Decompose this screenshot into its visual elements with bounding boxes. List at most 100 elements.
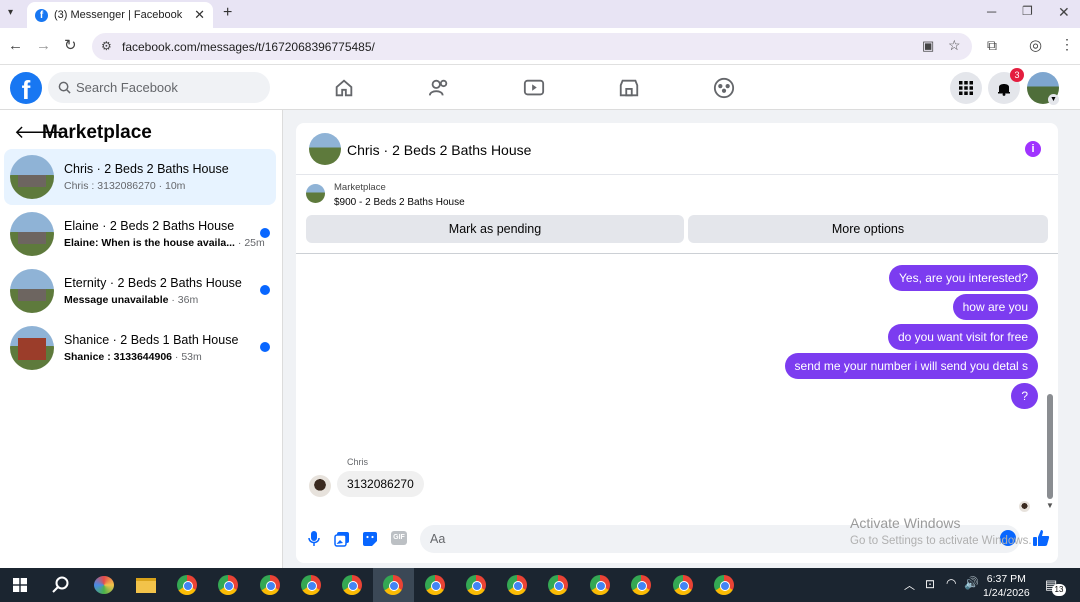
reload-icon[interactable]: ↻ [64, 36, 77, 54]
conversation-item[interactable]: Shanice · 2 Beds 1 Bath House Shanice : … [4, 320, 276, 376]
chrome-icon[interactable] [218, 575, 238, 595]
bell-icon [998, 84, 1010, 96]
outgoing-message[interactable]: Yes, are you interested? [889, 265, 1038, 291]
marketplace-sidebar: 🡐 Marketplace Chris · 2 Beds 2 Baths Hou… [0, 110, 283, 568]
marketplace-icon[interactable] [618, 77, 640, 99]
conversation-name: Shanice · 2 Beds 1 Bath House [64, 333, 239, 347]
outgoing-message[interactable]: send me your number i will send you deta… [784, 353, 1038, 379]
avatar [10, 212, 54, 256]
clock-date: 1/24/2026 [983, 587, 1030, 599]
mark-as-pending-button[interactable]: Mark as pending [306, 215, 684, 243]
chat-title[interactable]: Chris · 2 Beds 2 Baths House [347, 142, 531, 158]
chrome-icon[interactable] [342, 575, 362, 595]
chrome-icon[interactable] [260, 575, 280, 595]
chat-pane: Chris · 2 Beds 2 Baths House i Marketpla… [296, 123, 1058, 563]
cast-icon[interactable]: ▣ [922, 38, 934, 54]
chrome-icon[interactable] [714, 575, 734, 595]
conversation-item[interactable]: Chris · 2 Beds 2 Baths House Chris : 313… [4, 149, 276, 205]
tab-title: (3) Messenger | Facebook [54, 9, 183, 21]
unread-dot [260, 342, 270, 352]
outgoing-message[interactable]: how are you [952, 294, 1038, 320]
tray-chevron-icon[interactable]: ︿ [904, 577, 915, 593]
facebook-logo-icon[interactable]: f [10, 72, 42, 105]
seen-avatar [1019, 501, 1030, 512]
conversation-preview: Message unavailable · 36m [64, 294, 199, 306]
unread-dot [260, 285, 270, 295]
search-icon[interactable] [52, 576, 70, 594]
browser-toolbar: ← → ↻ ⚙ facebook.com/messages/t/16720683… [0, 28, 1080, 65]
friends-icon[interactable] [428, 77, 450, 99]
volume-icon[interactable]: 🔊 [964, 576, 979, 590]
new-tab-icon[interactable]: + [223, 4, 232, 22]
search-input[interactable]: Search Facebook [48, 72, 270, 103]
profile-icon[interactable]: ◎ [1029, 36, 1042, 54]
listing-thumbnail[interactable] [306, 184, 325, 203]
facebook-favicon-icon: f [35, 8, 48, 22]
chrome-icon[interactable] [425, 575, 445, 595]
conversation-preview: Chris : 3132086270 · 10m [64, 180, 186, 192]
bookmark-star-icon[interactable]: ☆ [948, 37, 961, 54]
more-options-button[interactable]: More options [688, 215, 1048, 243]
listing-price[interactable]: $900 - 2 Beds 2 Baths House [334, 197, 465, 208]
activate-windows-subtitle: Go to Settings to activate Windows. [850, 535, 1032, 547]
chat-header: Chris · 2 Beds 2 Baths House i [296, 123, 1058, 175]
system-clock[interactable]: 6:37 PM 1/24/2026 [983, 572, 1030, 600]
paint-app-icon[interactable] [94, 576, 114, 594]
browser-tab[interactable]: f (3) Messenger | Facebook ✕ [27, 2, 213, 28]
restore-icon[interactable]: ❐ [1022, 4, 1033, 18]
close-tab-icon[interactable]: ✕ [194, 7, 205, 23]
sender-avatar[interactable] [309, 475, 331, 497]
chrome-icon[interactable] [383, 575, 403, 595]
search-placeholder: Search Facebook [76, 80, 178, 95]
conversation-name: Elaine · 2 Beds 2 Baths House [64, 219, 235, 233]
thumbs-up-icon[interactable] [1032, 529, 1050, 547]
conversation-item[interactable]: Eternity · 2 Beds 2 Baths House Message … [4, 263, 276, 319]
chrome-icon[interactable] [301, 575, 321, 595]
network-icon[interactable]: ⊡ [925, 577, 935, 591]
file-explorer-icon[interactable] [136, 578, 156, 593]
conversation-name: Chris · 2 Beds 2 Baths House [64, 162, 229, 176]
scroll-down-arrow-icon[interactable]: ▼ [1046, 501, 1054, 510]
chrome-icon[interactable] [177, 575, 197, 595]
outgoing-message[interactable]: do you want visit for free [887, 324, 1038, 350]
unread-dot [260, 228, 270, 238]
incoming-message[interactable]: 3132086270 [337, 471, 424, 497]
chat-scrollbar[interactable] [1047, 394, 1053, 499]
browser-tab-strip: ▾ f (3) Messenger | Facebook ✕ + ─ ❐ ✕ [0, 0, 1080, 28]
minimize-icon[interactable]: ─ [987, 4, 996, 19]
microphone-icon[interactable] [308, 531, 320, 547]
menu-grid-button[interactable] [950, 72, 982, 104]
conversation-name: Eternity · 2 Beds 2 Baths House [64, 276, 242, 290]
listing-banner: Marketplace $900 - 2 Beds 2 Baths House … [296, 176, 1058, 254]
gif-icon[interactable]: GIF [391, 531, 407, 545]
chrome-icon[interactable] [548, 575, 568, 595]
chrome-icon[interactable] [466, 575, 486, 595]
chrome-icon[interactable] [631, 575, 651, 595]
home-icon[interactable] [333, 77, 355, 99]
outgoing-message[interactable]: ? [1011, 383, 1038, 409]
wifi-icon[interactable]: ◠ [946, 576, 956, 590]
chat-avatar[interactable] [309, 133, 341, 165]
tab-search-icon[interactable]: ▾ [8, 7, 13, 18]
site-info-icon[interactable]: ⚙ [101, 39, 112, 53]
close-window-icon[interactable]: ✕ [1058, 4, 1070, 21]
chrome-icon[interactable] [507, 575, 527, 595]
groups-icon[interactable] [713, 77, 735, 99]
photo-icon[interactable] [334, 531, 350, 547]
browser-menu-icon[interactable]: ⋮ [1060, 36, 1074, 53]
back-arrow-icon[interactable]: ← [8, 37, 23, 54]
chrome-icon[interactable] [590, 575, 610, 595]
conversation-item[interactable]: Elaine · 2 Beds 2 Baths House Elaine: Wh… [4, 206, 276, 262]
windows-start-icon[interactable] [13, 578, 27, 592]
sticker-icon[interactable] [362, 531, 378, 547]
info-icon[interactable]: i [1025, 141, 1041, 157]
chrome-icon[interactable] [673, 575, 693, 595]
video-icon[interactable] [523, 77, 545, 99]
facebook-header: f Search Facebook 3 ▼ [0, 65, 1080, 110]
message-sender: Chris [347, 457, 369, 467]
url-text: facebook.com/messages/t/1672068396775485… [122, 39, 375, 54]
forward-arrow-icon[interactable]: → [36, 37, 51, 54]
address-bar[interactable]: ⚙ facebook.com/messages/t/16720683967754… [92, 33, 972, 60]
avatar [10, 269, 54, 313]
extensions-icon[interactable]: ⧉ [987, 37, 997, 54]
